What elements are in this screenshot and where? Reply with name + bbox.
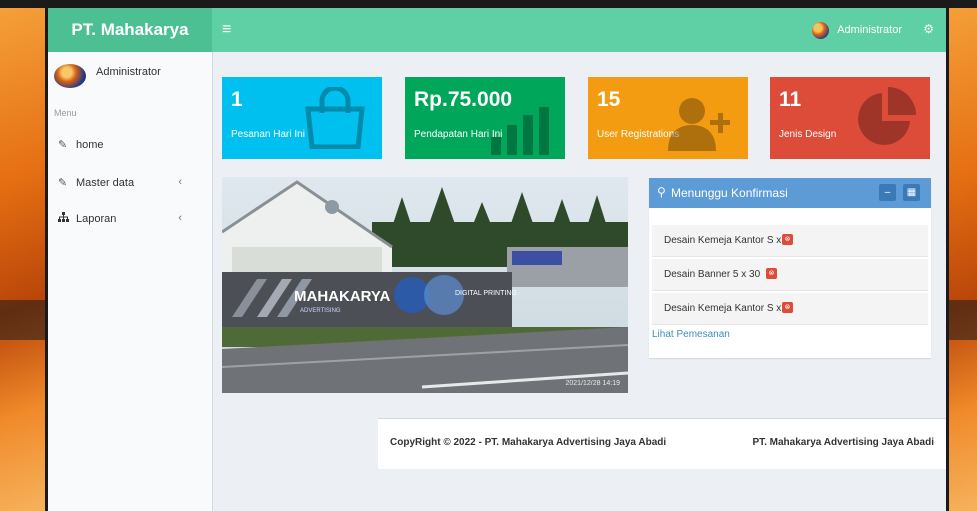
order-name: Desain Kemeja Kantor S x — [664, 303, 782, 314]
storefront-photo: MAHAKARYA ADVERTISING DIGITAL PRINTING 2… — [222, 177, 628, 393]
chevron-left-icon: ‹ — [178, 176, 182, 188]
sidebar-item-label: Master data — [76, 177, 135, 189]
sidebar: Administrator Menu ✎ home ✎ Master data … — [48, 52, 213, 511]
sidebar-item-laporan[interactable]: Laporan ‹ — [48, 208, 212, 232]
edit-icon: ✎ — [58, 177, 68, 189]
panel-header: ⚲ Menunggu Konfirmasi – ▦ — [649, 178, 931, 208]
remove-icon[interactable]: ⊗ — [782, 302, 793, 313]
view-orders-link[interactable]: Lihat Pemesanan — [652, 329, 730, 340]
sidebar-item-master-data[interactable]: ✎ Master data ‹ — [48, 172, 212, 196]
sidebar-item-label: Laporan — [76, 213, 117, 225]
gears-icon[interactable]: ⚙ — [923, 22, 934, 36]
stat-box-design-types[interactable]: 11 Jenis Design — [770, 77, 930, 159]
collapse-button[interactable]: – — [879, 184, 896, 201]
shopping-bag-icon — [302, 85, 368, 154]
footer-company: PT. Mahakarya Advertising Jaya Abadi — [752, 437, 934, 448]
top-navbar: PT. Mahakarya ≡ Administrator ⚙ — [48, 8, 946, 52]
photo-timestamp: 2021/12/28 14:19 — [565, 380, 621, 387]
user-menu[interactable]: Administrator — [812, 21, 902, 39]
stat-caption: User Registrations — [597, 129, 680, 140]
panel-title: Menunggu Konfirmasi — [671, 186, 788, 200]
banner-text: MAHAKARYA — [294, 288, 391, 305]
sidebar-item-label: home — [76, 139, 104, 151]
footer-copyright: CopyRight © 2022 - PT. Mahakarya Adverti… — [390, 437, 667, 448]
sidebar-item-home[interactable]: ✎ home — [48, 134, 212, 158]
stat-box-orders[interactable]: 1 Pesanan Hari Ini — [222, 77, 382, 159]
remove-icon[interactable]: ⊗ — [766, 268, 777, 279]
order-name: Desain Banner 5 x 30 — [664, 269, 761, 280]
pie-chart-icon — [854, 87, 916, 154]
avatar — [54, 64, 86, 88]
stat-value: 1 — [231, 88, 243, 111]
remove-icon[interactable]: ⊗ — [782, 234, 793, 245]
list-item[interactable]: Desain Banner 5 x 30 ⊗ — [652, 259, 928, 291]
stat-caption: Jenis Design — [779, 129, 837, 140]
banner-subtext: ADVERTISING — [300, 308, 341, 314]
stat-value: 15 — [597, 88, 621, 111]
stat-caption: Pesanan Hari Ini — [231, 129, 305, 140]
stat-value: 11 — [779, 88, 802, 111]
edit-icon: ✎ — [58, 139, 68, 151]
menu-header: Menu — [54, 108, 77, 118]
list-item[interactable]: Desain Kemeja Kantor S x ⊗ — [652, 293, 928, 325]
map-marker-icon: ⚲ — [657, 185, 666, 199]
brand-logo[interactable]: PT. Mahakarya — [48, 8, 212, 52]
avatar — [812, 21, 830, 39]
footer: CopyRight © 2022 - PT. Mahakarya Adverti… — [378, 418, 946, 469]
user-add-icon — [668, 95, 734, 156]
background-left — [0, 0, 45, 511]
top-frame — [0, 0, 977, 8]
app-window: PT. Mahakarya ≡ Administrator ⚙ Administ… — [45, 8, 949, 511]
calendar-icon[interactable]: ▦ — [903, 184, 920, 201]
sidebar-user-panel: Administrator — [54, 64, 212, 94]
menu-toggle-icon[interactable]: ≡ — [222, 20, 231, 40]
stat-box-revenue[interactable]: Rp.75.000 Pendapatan Hari Ini — [405, 77, 565, 159]
user-name: Administrator — [837, 24, 902, 36]
order-name: Desain Kemeja Kantor S x — [664, 235, 782, 246]
list-item[interactable]: Desain Kemeja Kantor S x ⊗ — [652, 225, 928, 257]
sidebar-username: Administrator — [96, 66, 161, 78]
stat-box-users[interactable]: 15 User Registrations — [588, 77, 748, 159]
sitemap-icon — [58, 212, 69, 226]
pending-confirmation-panel: ⚲ Menunggu Konfirmasi – ▦ Desain Kemeja … — [649, 178, 931, 358]
bar-chart-icon — [491, 107, 551, 159]
banner-right-text: DIGITAL PRINTING — [455, 290, 517, 297]
stat-caption: Pendapatan Hari Ini — [414, 129, 503, 140]
chevron-left-icon: ‹ — [178, 212, 182, 224]
